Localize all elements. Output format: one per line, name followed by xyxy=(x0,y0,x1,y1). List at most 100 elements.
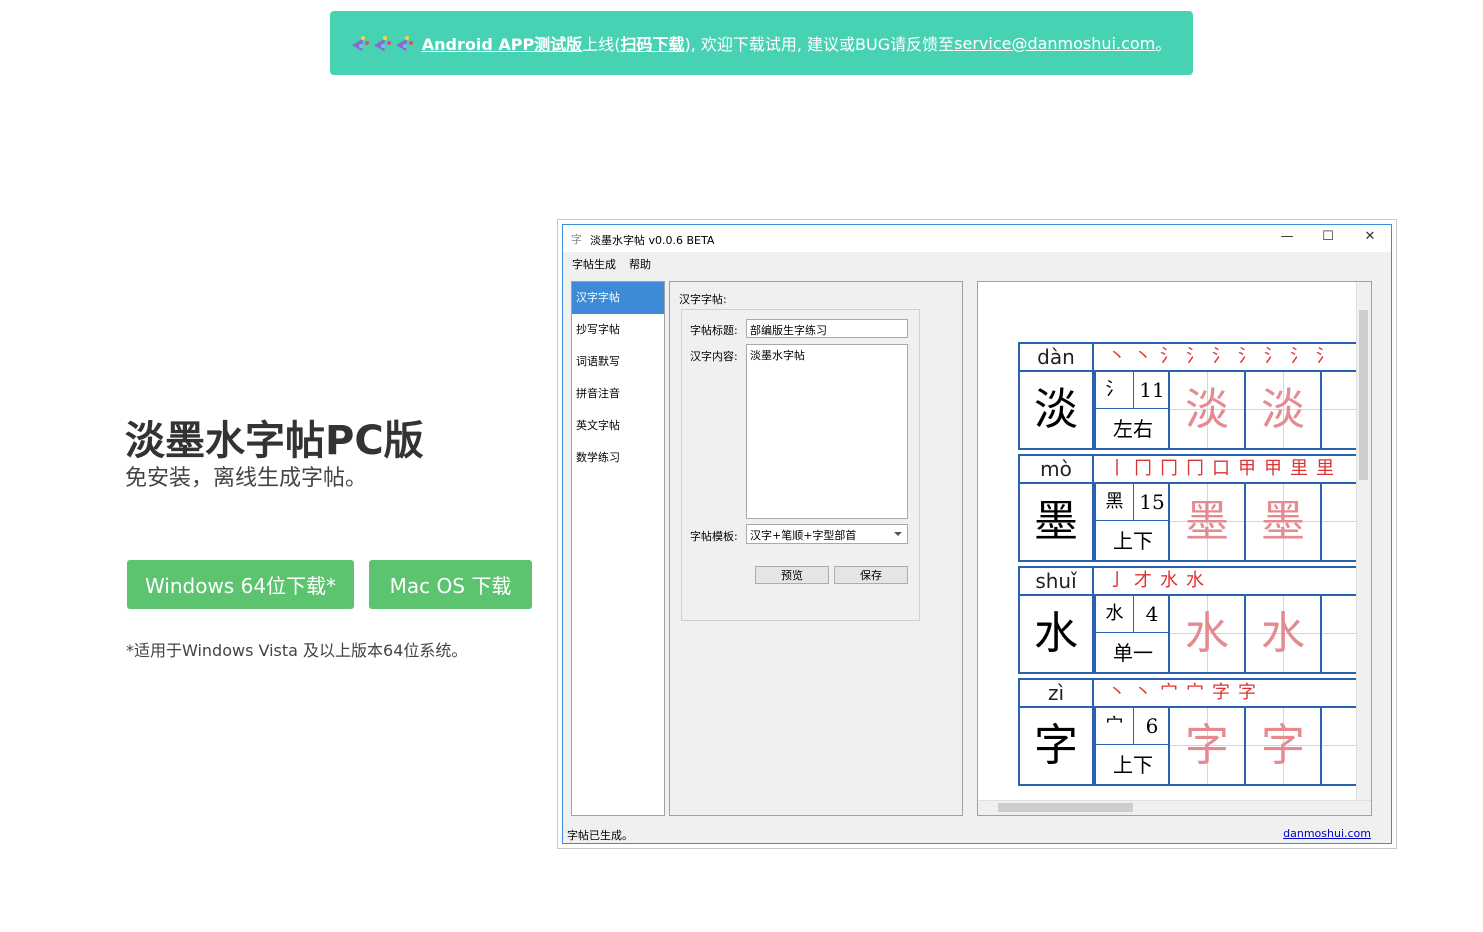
structure: 左右 xyxy=(1113,417,1153,441)
status-bar: 字帖已生成。 danmoshui.com xyxy=(563,821,1391,843)
stroke-order-row: 丶丶氵氵氵氵氵氵氵 xyxy=(1094,342,1371,372)
stroke-count: 6 xyxy=(1134,708,1170,745)
stroke-step: 里 xyxy=(1316,458,1342,479)
tracing-cell: 淡 xyxy=(1170,372,1246,450)
sidebar-item-english[interactable]: 英文字帖 xyxy=(572,410,664,442)
structure: 上下 xyxy=(1113,753,1153,777)
windows-download-button[interactable]: Windows 64位下载* xyxy=(127,560,354,609)
stroke-count: 11 xyxy=(1134,372,1170,409)
template-value: 汉字+笔顺+字型部首 xyxy=(750,529,857,542)
form-panel: 汉字字帖: 字帖标题: 部编版生字练习 汉字内容: 淡墨水字帖 字帖模板: 汉字… xyxy=(669,281,963,816)
app-icon: 字 xyxy=(571,233,582,246)
stroke-step: 氵 xyxy=(1264,346,1290,367)
radical: 宀 xyxy=(1096,708,1134,745)
sidebar-item-hanzi[interactable]: 汉字字帖 xyxy=(572,282,664,314)
page-title: 淡墨水字帖PC版 xyxy=(125,418,424,464)
tracing-cell: 淡 xyxy=(1246,372,1322,450)
radical: 氵 xyxy=(1096,372,1134,409)
close-icon[interactable]: ✕ xyxy=(1360,229,1380,247)
stroke-order-row: 亅才水水 xyxy=(1094,566,1371,596)
character-cell: 淡 xyxy=(1018,372,1094,450)
sidebar-item-math[interactable]: 数学练习 xyxy=(572,442,664,474)
app-window: 字 淡墨水字帖 v0.0.6 BETA — ☐ ✕ 字帖生成 帮助 汉字字帖 抄… xyxy=(562,224,1392,844)
title-bar: 字 淡墨水字帖 v0.0.6 BETA — ☐ ✕ xyxy=(563,225,1391,252)
stroke-step: 里 xyxy=(1290,458,1316,479)
tracing-cell: 水 xyxy=(1246,596,1322,674)
stroke-count: 15 xyxy=(1134,484,1170,521)
title-input[interactable]: 部编版生字练习 xyxy=(746,319,908,338)
scroll-thumb[interactable] xyxy=(998,803,1133,812)
stroke-step: 水 xyxy=(1160,570,1186,591)
stroke-step: 亅 xyxy=(1108,570,1134,591)
stroke-step: 宀 xyxy=(1186,682,1212,703)
stroke-step: 氵 xyxy=(1186,346,1212,367)
menu-generate[interactable]: 字帖生成 xyxy=(572,256,616,272)
sidebar: 汉字字帖 抄写字帖 词语默写 拼音注音 英文字帖 数学练习 xyxy=(571,281,665,816)
character-cell: 水 xyxy=(1018,596,1094,674)
sidebar-item-pinyin[interactable]: 拼音注音 xyxy=(572,378,664,410)
sidebar-item-dictation[interactable]: 词语默写 xyxy=(572,346,664,378)
party-icon xyxy=(396,36,414,50)
scroll-thumb[interactable] xyxy=(1359,310,1368,480)
character-cell: 字 xyxy=(1018,708,1094,786)
title-label: 字帖标题: xyxy=(690,324,738,337)
window-title: 淡墨水字帖 v0.0.6 BETA xyxy=(590,234,715,247)
structure: 上下 xyxy=(1113,529,1153,553)
template-label: 字帖模板: xyxy=(690,530,738,543)
stroke-step: 氵 xyxy=(1160,346,1186,367)
vertical-scrollbar[interactable] xyxy=(1356,282,1371,800)
stroke-step: 水 xyxy=(1186,570,1212,591)
minimize-icon[interactable]: — xyxy=(1277,229,1297,247)
banner-text: 上线( xyxy=(582,35,621,54)
website-link[interactable]: danmoshui.com xyxy=(1283,827,1371,840)
character-info: 宀 6 上下 xyxy=(1094,708,1170,786)
tracing-cell: 字 xyxy=(1246,708,1322,786)
stroke-step: 氵 xyxy=(1212,346,1238,367)
preview-button[interactable]: 预览 xyxy=(755,566,829,584)
pinyin-cell: shuǐ xyxy=(1018,566,1094,596)
scan-download-link[interactable]: 扫码下载 xyxy=(620,31,684,55)
stroke-step: 丨 xyxy=(1108,458,1134,479)
template-select[interactable]: 汉字+笔顺+字型部首 xyxy=(746,524,908,544)
stroke-step: 字 xyxy=(1212,682,1238,703)
stroke-step: 甲 xyxy=(1238,458,1264,479)
preview-panel: dàn丶丶氵氵氵氵氵氵氵淡氵11左右淡淡淡mò丨冂冂冂口甲甲里里墨黑15上下墨墨… xyxy=(977,281,1372,816)
android-app-link[interactable]: Android APP测试版 xyxy=(422,31,582,55)
stroke-step: 口 xyxy=(1212,458,1238,479)
content-label: 汉字内容: xyxy=(690,350,738,363)
character-info: 氵 11 左右 xyxy=(1094,372,1170,450)
sidebar-item-copy[interactable]: 抄写字帖 xyxy=(572,314,664,346)
stroke-step: 才 xyxy=(1134,570,1160,591)
character-info: 黑 15 上下 xyxy=(1094,484,1170,562)
menu-help[interactable]: 帮助 xyxy=(629,256,651,272)
stroke-step: 氵 xyxy=(1238,346,1264,367)
stroke-step: 丶 xyxy=(1134,682,1160,703)
mac-download-button[interactable]: Mac OS 下载 xyxy=(369,560,532,609)
character-info: 水 4 单一 xyxy=(1094,596,1170,674)
menu-bar: 字帖生成 帮助 xyxy=(563,252,1391,274)
stroke-step: 甲 xyxy=(1264,458,1290,479)
email-link[interactable]: service@danmoshui.com xyxy=(954,34,1155,53)
banner-text: 。 xyxy=(1155,35,1172,54)
party-icon xyxy=(374,36,392,50)
radical: 水 xyxy=(1096,596,1134,633)
stroke-count: 4 xyxy=(1134,596,1170,633)
save-button[interactable]: 保存 xyxy=(834,566,908,584)
announcement-banner: Android APP测试版 上线( 扫码下载 ), 欢迎下载试用, 建议或BU… xyxy=(330,11,1193,75)
tracing-cell: 字 xyxy=(1170,708,1246,786)
stroke-step: 氵 xyxy=(1290,346,1316,367)
stroke-order-row: 丨冂冂冂口甲甲里里 xyxy=(1094,454,1371,484)
stroke-step: 丶 xyxy=(1134,346,1160,367)
status-text: 字帖已生成。 xyxy=(567,829,633,842)
maximize-icon[interactable]: ☐ xyxy=(1318,229,1338,247)
party-icon xyxy=(352,36,370,50)
tracing-cell: 墨 xyxy=(1246,484,1322,562)
radical: 黑 xyxy=(1096,484,1134,521)
content-textarea[interactable]: 淡墨水字帖 xyxy=(746,344,908,519)
group-title: 汉字字帖: xyxy=(679,293,727,306)
horizontal-scrollbar[interactable] xyxy=(978,800,1371,815)
tracing-cell: 水 xyxy=(1170,596,1246,674)
chevron-down-icon xyxy=(894,532,902,536)
pinyin-cell: dàn xyxy=(1018,342,1094,372)
stroke-step: 丶 xyxy=(1108,682,1134,703)
